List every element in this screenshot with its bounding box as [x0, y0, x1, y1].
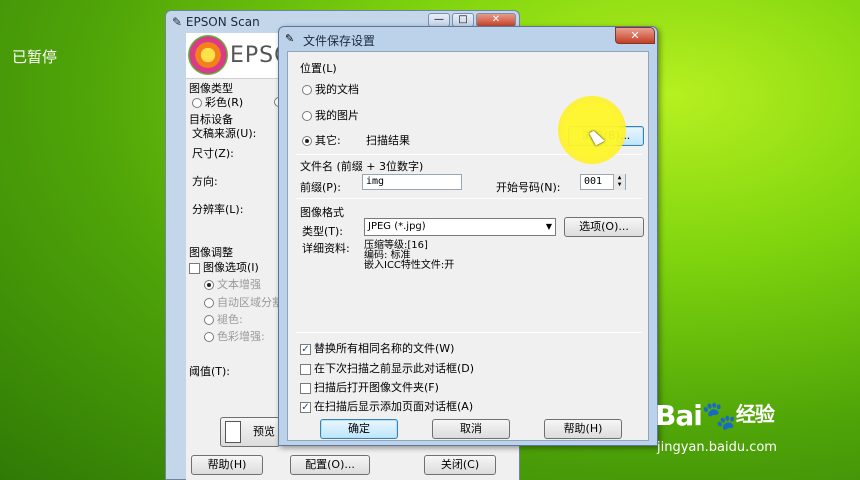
- click-highlight: [558, 96, 626, 164]
- checkbox-replace-files[interactable]: ✓ 替换所有相同名称的文件(W): [300, 340, 454, 356]
- radio-icon: [302, 111, 312, 121]
- checkbox-add-page[interactable]: ✓ 在扫描后显示添加页面对话框(A): [300, 398, 473, 414]
- start-number-label: 开始号码(N):: [496, 181, 561, 194]
- start-number-input[interactable]: 001 ▲ ▼: [580, 174, 626, 190]
- checkbox-checked-icon: ✓: [300, 343, 311, 355]
- my-documents-radio[interactable]: 我的文档: [302, 81, 359, 97]
- other-radio[interactable]: 其它:: [302, 132, 341, 148]
- minimize-button[interactable]: —: [428, 13, 450, 27]
- radio-icon: [302, 136, 312, 146]
- help-button[interactable]: 帮助(H): [191, 455, 263, 475]
- resolution-label: 分辨率(L):: [192, 203, 244, 216]
- cancel-button[interactable]: 取消: [432, 419, 510, 439]
- checkbox-open-folder[interactable]: 扫描后打开图像文件夹(F): [300, 379, 439, 395]
- color-radio[interactable]: 彩色(R): [192, 94, 243, 110]
- maximize-button[interactable]: □: [452, 13, 474, 27]
- my-pictures-radio[interactable]: 我的图片: [302, 107, 359, 123]
- checkbox-show-dialog[interactable]: 在下次扫描之前显示此对话框(D): [300, 360, 474, 376]
- dialog-title: 文件保存设置: [303, 34, 376, 48]
- image-options-checkbox[interactable]: 图像选项(I): [189, 259, 259, 275]
- dialog-close-button[interactable]: ✕: [615, 27, 655, 44]
- spinner-arrows-icon[interactable]: ▲ ▼: [613, 174, 625, 190]
- scanner-icon: ✎: [285, 32, 295, 45]
- threshold-label: 阈值(T):: [189, 365, 231, 378]
- color-enhance-radio[interactable]: 色彩增强:: [204, 328, 265, 344]
- image-adjust-label: 图像调整: [189, 246, 233, 259]
- checkbox-checked-icon: ✓: [300, 401, 311, 413]
- location-label: 位置(L): [300, 62, 337, 75]
- doc-source-label: 文稿来源(U):: [192, 127, 257, 140]
- paw-icon: 🐾: [701, 399, 737, 432]
- type-label: 类型(T):: [302, 225, 344, 238]
- epson-flower-logo-icon: [188, 35, 228, 75]
- detail-icc: 嵌入ICC特性文件:开: [364, 260, 455, 271]
- radio-icon: [204, 280, 214, 290]
- watermark-url: jingyan.baidu.com: [657, 440, 777, 455]
- radio-icon: [204, 298, 214, 308]
- image-format-label: 图像格式: [300, 206, 344, 219]
- size-label: 尺寸(Z):: [192, 147, 234, 160]
- divider: [296, 198, 642, 199]
- radio-icon: [204, 332, 214, 342]
- text-enhance-radio[interactable]: 文本增强: [204, 276, 261, 292]
- other-folder-value: 扫描结果: [366, 134, 410, 147]
- options-button[interactable]: 选项(O)...: [564, 217, 644, 237]
- fade-radio[interactable]: 褪色:: [204, 311, 243, 327]
- checkbox-icon: [300, 363, 311, 375]
- filename-label: 文件名 (前缀 + 3位数字): [300, 160, 424, 173]
- chevron-down-icon: ▼: [545, 222, 552, 231]
- radio-icon: [192, 98, 202, 108]
- paused-status-text: 已暂停: [12, 48, 58, 66]
- document-icon: [225, 421, 241, 443]
- checkbox-icon: [300, 382, 311, 394]
- baidu-watermark: Bai🐾经验: [655, 399, 775, 432]
- details-label: 详细资料:: [302, 242, 350, 255]
- radio-icon: [302, 85, 312, 95]
- config-button[interactable]: 配置(O)...: [290, 455, 370, 475]
- checkbox-icon: [189, 262, 200, 274]
- direction-label: 方向:: [192, 175, 218, 188]
- close-button[interactable]: 关闭(C): [424, 455, 496, 475]
- type-select[interactable]: JPEG (*.jpg) ▼: [364, 218, 556, 236]
- window-title: ✎ EPSON Scan: [172, 15, 260, 29]
- ok-button[interactable]: 确定: [320, 419, 398, 439]
- help-button[interactable]: 帮助(H): [544, 419, 622, 439]
- prefix-label: 前缀(P):: [300, 181, 341, 194]
- preview-button[interactable]: 预览: [220, 417, 280, 447]
- prefix-input[interactable]: img: [362, 174, 462, 190]
- divider: [296, 332, 642, 333]
- close-window-button[interactable]: ✕: [476, 13, 516, 27]
- auto-area-radio[interactable]: 自动区域分割: [204, 294, 283, 310]
- file-save-settings-dialog: ✎ 文件保存设置 ✕ 位置(L) 我的文档 我的图片 其它: 扫描结果 浏览(B…: [278, 26, 658, 446]
- radio-icon: [204, 315, 214, 325]
